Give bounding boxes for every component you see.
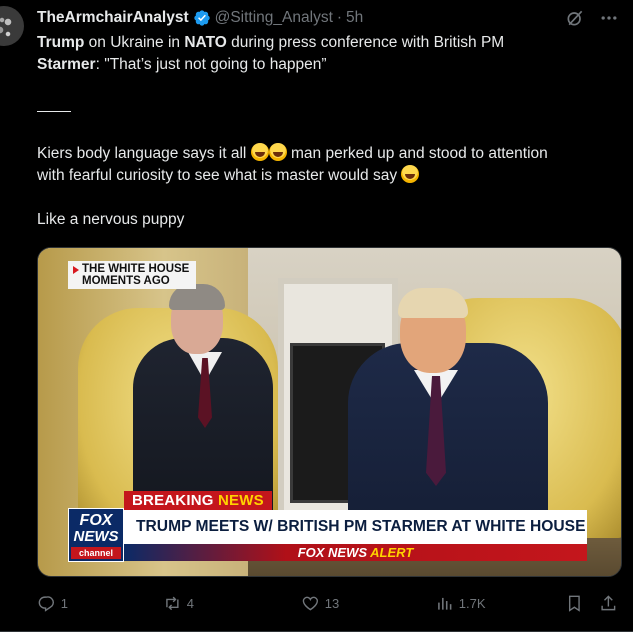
breaking-news-label: BREAKING NEWS [124, 491, 272, 510]
repost-count: 4 [186, 595, 194, 611]
header-actions [565, 8, 619, 28]
tweet-line: Like a nervous puppy [37, 209, 622, 231]
tweet-actions: 1 4 13 1.7K [37, 591, 622, 615]
verified-badge-icon[interactable] [193, 9, 211, 27]
text: man perked up and stood to attention [286, 145, 548, 162]
news-headline: TRUMP MEETS W/ BRITISH PM STARMER AT WHI… [124, 510, 587, 544]
more-icon[interactable] [599, 8, 619, 28]
laughing-emoji-icon [401, 165, 420, 183]
reply-icon [38, 595, 54, 612]
like-button[interactable]: 13 [301, 591, 339, 615]
tweet-header: TheArmchairAnalyst @Sitting_Analyst · 5h [37, 8, 363, 28]
grok-icon[interactable] [565, 8, 585, 28]
timestamp[interactable]: 5h [346, 9, 363, 27]
views-icon [438, 597, 452, 610]
tweet-line: Kiers body language says it all man perk… [37, 143, 622, 165]
video-person-hair [398, 288, 468, 318]
author-handle[interactable]: @Sitting_Analyst [215, 9, 333, 27]
share-icon [601, 594, 616, 610]
laughing-emoji-icon [250, 143, 269, 161]
text: FOX NEWS [297, 545, 371, 560]
view-count: 1.7K [458, 595, 486, 611]
tweet[interactable]: TheArmchairAnalyst @Sitting_Analyst · 5h… [0, 0, 633, 632]
text: Kiers body language says it all [37, 145, 251, 162]
media-video[interactable]: THE WHITE HOUSE MOMENTS AGO BREAKING NEW… [37, 247, 622, 577]
share-button[interactable] [599, 591, 623, 615]
tweet-text: Trump on Ukraine in NATO during press co… [37, 32, 622, 231]
text: BREAKING [132, 492, 218, 509]
views-button[interactable]: 1.7K [435, 591, 486, 615]
news-alert-bar: FOX NEWS ALERT [124, 544, 587, 561]
bold-text: NATO [184, 34, 227, 51]
bookmark-icon [568, 595, 580, 612]
avatar[interactable] [0, 6, 24, 46]
text: during press conference with British PM [226, 34, 505, 51]
reply-count: 1 [60, 595, 68, 611]
bold-text: Trump [37, 34, 85, 51]
logo-text: FOX [79, 512, 113, 529]
logo-text: NEWS [73, 528, 119, 545]
like-count: 13 [324, 595, 340, 611]
tweet-line: with fearful curiosity to see what is ma… [37, 165, 622, 187]
text: NEWS [217, 492, 264, 509]
text: ALERT [370, 545, 414, 560]
bold-text: Starmer [37, 56, 96, 73]
bookmark-button[interactable] [565, 591, 589, 615]
text: with fearful curiosity to see what is ma… [37, 167, 402, 184]
network-logo: FOX NEWS channel [68, 508, 124, 562]
divider-line [37, 98, 622, 121]
author-display-name[interactable]: TheArmchairAnalyst [37, 9, 189, 27]
separator-dot: · [336, 9, 343, 26]
laughing-emoji-icon [268, 143, 287, 161]
reply-button[interactable]: 1 [37, 591, 68, 615]
text: on Ukraine in [84, 34, 185, 51]
tweet-line: Trump on Ukraine in NATO during press co… [37, 32, 622, 54]
text: : "That’s just not going to happen” [95, 56, 327, 73]
repost-button[interactable]: 4 [163, 591, 194, 615]
location-tag: THE WHITE HOUSE MOMENTS AGO [68, 261, 196, 289]
logo-text: channel [71, 547, 121, 559]
tweet-line: Starmer: "That’s just not going to happe… [37, 54, 622, 76]
repost-icon [166, 596, 179, 610]
heart-icon [302, 596, 319, 611]
text: Like a nervous puppy [37, 211, 185, 228]
